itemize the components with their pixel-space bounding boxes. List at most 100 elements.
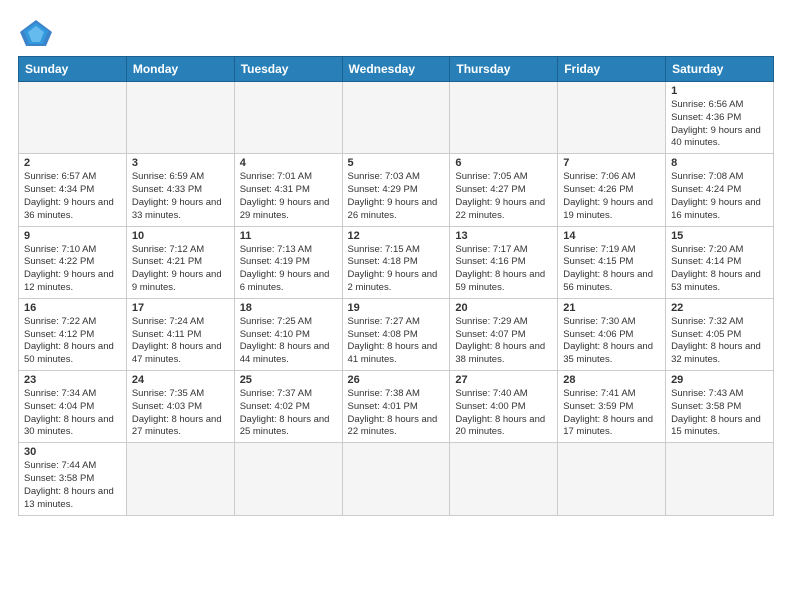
day-number: 6 (455, 157, 552, 169)
calendar-cell: 20 Sunrise: 7:29 AM Sunset: 4:07 PM Dayli… (450, 298, 558, 370)
day-info: Sunrise: 6:56 AM Sunset: 4:36 PM Dayligh… (671, 99, 768, 150)
day-info: Sunrise: 7:13 AM Sunset: 4:19 PM Dayligh… (240, 244, 337, 295)
day-info: Sunrise: 7:24 AM Sunset: 4:11 PM Dayligh… (132, 316, 229, 367)
day-info: Sunrise: 7:40 AM Sunset: 4:00 PM Dayligh… (455, 388, 552, 439)
col-header-wednesday: Wednesday (342, 57, 450, 82)
day-number: 21 (563, 302, 660, 314)
day-number: 26 (348, 374, 445, 386)
day-info: Sunrise: 7:32 AM Sunset: 4:05 PM Dayligh… (671, 316, 768, 367)
calendar-cell (126, 443, 234, 515)
calendar-cell: 23Sunrise: 7:34 AM Sunset: 4:04 PM Dayli… (19, 371, 127, 443)
col-header-sunday: Sunday (19, 57, 127, 82)
calendar-cell (558, 443, 666, 515)
calendar-cell: 18 Sunrise: 7:25 AM Sunset: 4:10 PM Dayli… (234, 298, 342, 370)
day-info: Sunrise: 7:15 AM Sunset: 4:18 PM Dayligh… (348, 244, 445, 295)
calendar-cell (126, 82, 234, 154)
day-number: 11 (240, 230, 337, 242)
day-info: Sunrise: 7:35 AM Sunset: 4:03 PM Dayligh… (132, 388, 229, 439)
col-header-thursday: Thursday (450, 57, 558, 82)
calendar-cell: 7 Sunrise: 7:06 AM Sunset: 4:26 PM Daylig… (558, 154, 666, 226)
col-header-friday: Friday (558, 57, 666, 82)
day-number: 14 (563, 230, 660, 242)
day-info: Sunrise: 7:22 AM Sunset: 4:12 PM Dayligh… (24, 316, 121, 367)
calendar-cell: 27 Sunrise: 7:40 AM Sunset: 4:00 PM Dayli… (450, 371, 558, 443)
day-info: Sunrise: 7:20 AM Sunset: 4:14 PM Dayligh… (671, 244, 768, 295)
calendar-cell: 22 Sunrise: 7:32 AM Sunset: 4:05 PM Dayli… (666, 298, 774, 370)
calendar-cell: 8 Sunrise: 7:08 AM Sunset: 4:24 PM Daylig… (666, 154, 774, 226)
day-number: 20 (455, 302, 552, 314)
day-info: Sunrise: 7:29 AM Sunset: 4:07 PM Dayligh… (455, 316, 552, 367)
day-info: Sunrise: 7:25 AM Sunset: 4:10 PM Dayligh… (240, 316, 337, 367)
logo (18, 18, 58, 48)
calendar-cell (19, 82, 127, 154)
calendar-cell (450, 443, 558, 515)
day-info: Sunrise: 6:59 AM Sunset: 4:33 PM Dayligh… (132, 171, 229, 222)
day-number: 22 (671, 302, 768, 314)
day-number: 30 (24, 446, 121, 458)
day-info: Sunrise: 7:27 AM Sunset: 4:08 PM Dayligh… (348, 316, 445, 367)
page: SundayMondayTuesdayWednesdayThursdayFrid… (0, 0, 792, 612)
day-number: 3 (132, 157, 229, 169)
day-number: 29 (671, 374, 768, 386)
day-number: 5 (348, 157, 445, 169)
calendar-cell: 13 Sunrise: 7:17 AM Sunset: 4:16 PM Dayli… (450, 226, 558, 298)
calendar-cell: 10Sunrise: 7:12 AM Sunset: 4:21 PM Dayli… (126, 226, 234, 298)
day-info: Sunrise: 7:30 AM Sunset: 4:06 PM Dayligh… (563, 316, 660, 367)
calendar-cell: 30 Sunrise: 7:44 AM Sunset: 3:58 PM Dayli… (19, 443, 127, 515)
calendar-cell: 6 Sunrise: 7:05 AM Sunset: 4:27 PM Daylig… (450, 154, 558, 226)
day-number: 17 (132, 302, 229, 314)
day-number: 19 (348, 302, 445, 314)
calendar-cell: 17 Sunrise: 7:24 AM Sunset: 4:11 PM Dayli… (126, 298, 234, 370)
calendar-cell: 12 Sunrise: 7:15 AM Sunset: 4:18 PM Dayli… (342, 226, 450, 298)
day-info: Sunrise: 7:05 AM Sunset: 4:27 PM Dayligh… (455, 171, 552, 222)
calendar-cell: 24 Sunrise: 7:35 AM Sunset: 4:03 PM Dayli… (126, 371, 234, 443)
day-number: 24 (132, 374, 229, 386)
day-number: 25 (240, 374, 337, 386)
calendar-cell (342, 82, 450, 154)
calendar-cell (450, 82, 558, 154)
day-info: Sunrise: 7:38 AM Sunset: 4:01 PM Dayligh… (348, 388, 445, 439)
calendar: SundayMondayTuesdayWednesdayThursdayFrid… (18, 56, 774, 516)
day-number: 15 (671, 230, 768, 242)
day-number: 9 (24, 230, 121, 242)
day-info: Sunrise: 7:37 AM Sunset: 4:02 PM Dayligh… (240, 388, 337, 439)
day-info: Sunrise: 7:41 AM Sunset: 3:59 PM Dayligh… (563, 388, 660, 439)
calendar-cell: 14 Sunrise: 7:19 AM Sunset: 4:15 PM Dayli… (558, 226, 666, 298)
day-number: 18 (240, 302, 337, 314)
day-number: 8 (671, 157, 768, 169)
day-info: Sunrise: 7:03 AM Sunset: 4:29 PM Dayligh… (348, 171, 445, 222)
day-number: 12 (348, 230, 445, 242)
day-info: Sunrise: 7:19 AM Sunset: 4:15 PM Dayligh… (563, 244, 660, 295)
calendar-cell (234, 443, 342, 515)
day-info: Sunrise: 7:10 AM Sunset: 4:22 PM Dayligh… (24, 244, 121, 295)
calendar-cell: 11 Sunrise: 7:13 AM Sunset: 4:19 PM Dayli… (234, 226, 342, 298)
col-header-saturday: Saturday (666, 57, 774, 82)
generalblue-logo-icon (18, 18, 54, 48)
day-info: Sunrise: 7:43 AM Sunset: 3:58 PM Dayligh… (671, 388, 768, 439)
calendar-cell: 9 Sunrise: 7:10 AM Sunset: 4:22 PM Daylig… (19, 226, 127, 298)
day-number: 2 (24, 157, 121, 169)
header (18, 18, 774, 48)
day-number: 7 (563, 157, 660, 169)
calendar-cell: 5 Sunrise: 7:03 AM Sunset: 4:29 PM Daylig… (342, 154, 450, 226)
day-info: Sunrise: 7:01 AM Sunset: 4:31 PM Dayligh… (240, 171, 337, 222)
col-header-monday: Monday (126, 57, 234, 82)
day-number: 28 (563, 374, 660, 386)
day-info: Sunrise: 7:44 AM Sunset: 3:58 PM Dayligh… (24, 460, 121, 511)
day-info: Sunrise: 7:34 AM Sunset: 4:04 PM Dayligh… (24, 388, 121, 439)
day-info: Sunrise: 7:08 AM Sunset: 4:24 PM Dayligh… (671, 171, 768, 222)
calendar-cell: 16 Sunrise: 7:22 AM Sunset: 4:12 PM Dayli… (19, 298, 127, 370)
calendar-cell: 21 Sunrise: 7:30 AM Sunset: 4:06 PM Dayli… (558, 298, 666, 370)
day-info: Sunrise: 7:17 AM Sunset: 4:16 PM Dayligh… (455, 244, 552, 295)
calendar-cell: 19 Sunrise: 7:27 AM Sunset: 4:08 PM Dayli… (342, 298, 450, 370)
calendar-cell (234, 82, 342, 154)
day-number: 10 (132, 230, 229, 242)
day-number: 13 (455, 230, 552, 242)
calendar-cell: 26 Sunrise: 7:38 AM Sunset: 4:01 PM Dayli… (342, 371, 450, 443)
day-number: 16 (24, 302, 121, 314)
day-info: Sunrise: 7:06 AM Sunset: 4:26 PM Dayligh… (563, 171, 660, 222)
calendar-cell (666, 443, 774, 515)
calendar-cell (342, 443, 450, 515)
day-number: 27 (455, 374, 552, 386)
calendar-cell: 29 Sunrise: 7:43 AM Sunset: 3:58 PM Dayli… (666, 371, 774, 443)
